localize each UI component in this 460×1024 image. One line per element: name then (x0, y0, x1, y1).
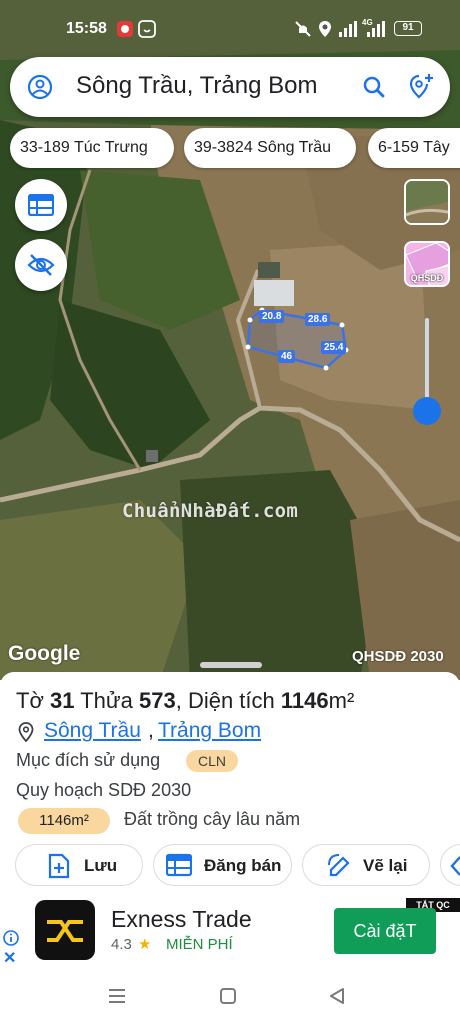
sheet-label: Tờ (16, 688, 44, 713)
back-icon[interactable] (328, 987, 346, 1005)
chip-suggestion[interactable]: 39-3824 Sông Trầu (184, 128, 356, 168)
dimension-label: 46 (278, 350, 296, 363)
dimension-label: 20.8 (259, 310, 285, 323)
layers-table-button[interactable] (15, 179, 67, 231)
location-pin-icon (18, 722, 34, 742)
layers-table-icon (28, 194, 54, 216)
plot-label: Thửa (80, 688, 133, 713)
menu-icon[interactable] (108, 988, 126, 1004)
more-actions-button[interactable] (440, 844, 460, 886)
smile-icon (138, 20, 156, 38)
chip-suggestion[interactable]: 33-189 Túc Trưng (10, 128, 174, 168)
parcel-title: Tờ 31 Thửa 573, Diện tích 1146m² (16, 688, 355, 713)
ad-app-title: Exness Trade (111, 906, 252, 932)
commune-link[interactable]: Sông Trầu (44, 719, 141, 743)
search-input[interactable]: Sông Trầu, Trảng Bom (76, 72, 317, 100)
plan-area-badge: 1146m² (18, 808, 110, 834)
opacity-slider-handle[interactable] (413, 397, 441, 425)
dimension-label: 28.6 (305, 313, 331, 326)
install-button[interactable]: Cài đặT (334, 908, 436, 954)
purpose-code-badge: CLN (186, 750, 238, 772)
visibility-off-icon (27, 254, 55, 276)
satellite-layer-button[interactable] (404, 179, 450, 225)
save-label: Lưu (84, 856, 118, 875)
clock: 15:58 (66, 20, 107, 37)
battery-icon: 91 (394, 21, 422, 36)
planning-layer-button[interactable]: QHSDĐ (404, 241, 450, 287)
mute-icon (295, 21, 311, 37)
area-label: Diện tích (187, 688, 275, 713)
location-icon (319, 21, 331, 37)
plan-label: Quy hoạch SDĐ 2030 (16, 780, 192, 800)
district-link[interactable]: Trảng Bom (158, 719, 261, 743)
add-location-icon[interactable] (407, 72, 435, 100)
status-bar: 15:58 4G 91 (0, 0, 460, 56)
area-value: 1146 (280, 688, 329, 713)
sheet-drag-handle[interactable] (200, 662, 262, 668)
ad-close-icon[interactable]: ✕ (3, 948, 16, 968)
save-button[interactable]: Lưu (15, 844, 143, 886)
google-logo: Google (8, 642, 81, 665)
list-for-sale-label: Đăng bán (204, 856, 282, 875)
plan-description: Đất trồng cây lâu năm (124, 809, 301, 829)
search-bar[interactable]: Sông Trầu, Trảng Bom (10, 57, 450, 117)
area-unit: m² (328, 688, 355, 713)
chip-suggestion[interactable]: 6-159 Tây (368, 128, 460, 168)
ad-info-icon[interactable] (3, 930, 19, 946)
redraw-icon (328, 854, 350, 877)
watermark: ChuẩnNhàĐất.com (122, 500, 299, 522)
system-nav-bar (0, 970, 460, 1024)
ad-banner[interactable]: TẮT QC ✕ Exness Trade 4.3 ★ MIỄN PHÍ Cài… (0, 898, 460, 970)
app-notification-icon (117, 21, 133, 37)
add-bookmark-icon (48, 853, 70, 879)
separator: , (148, 719, 154, 742)
listing-icon (166, 853, 192, 877)
redraw-label: Vẽ lại (363, 856, 408, 875)
exness-logo (35, 900, 95, 960)
dimension-label: 25.4 (321, 341, 347, 354)
plot-number: 573 (138, 688, 176, 713)
suggestion-chips: 33-189 Túc Trưng 39-3824 Sông Trầu 6-159… (10, 128, 460, 168)
chevron-left-icon (450, 856, 460, 876)
home-icon[interactable] (219, 987, 237, 1005)
satellite-layer-icon (406, 181, 448, 223)
list-for-sale-button[interactable]: Đăng bán (153, 844, 292, 886)
signal-icon (339, 21, 357, 37)
exness-logo-icon (47, 920, 83, 942)
search-icon[interactable] (362, 75, 386, 99)
signal-icon-2 (367, 21, 385, 37)
purpose-label: Mục đích sử dụng (16, 750, 161, 770)
visibility-toggle-button[interactable] (15, 239, 67, 291)
redraw-button[interactable]: Vẽ lại (302, 844, 430, 886)
sheet-number: 31 (50, 688, 75, 713)
ad-rating: 4.3 (111, 936, 132, 953)
layer-caption: QHSDĐ 2030 (352, 648, 444, 665)
account-icon[interactable] (27, 74, 53, 100)
star-icon: ★ (138, 936, 152, 953)
parcel-info-sheet: Tờ 31 Thửa 573, Diện tích 1146m² Sông Tr… (0, 672, 460, 898)
ad-price: MIỄN PHÍ (166, 936, 233, 953)
planning-layer-label: QHSDĐ (410, 273, 444, 283)
